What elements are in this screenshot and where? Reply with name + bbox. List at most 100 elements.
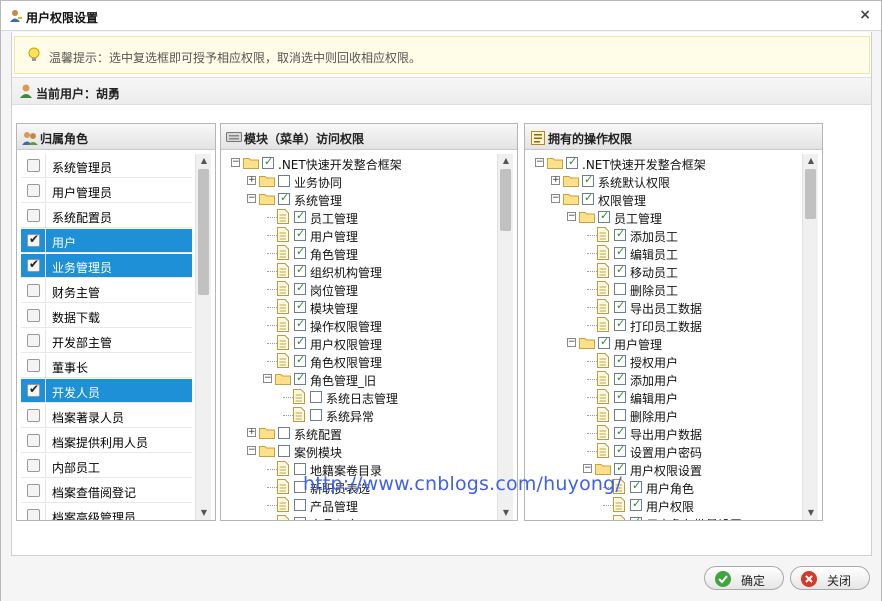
- tree-node[interactable]: 删除用户: [529, 406, 789, 424]
- tree-node[interactable]: 用户权限管理: [225, 334, 485, 352]
- tree-checkbox[interactable]: [614, 317, 626, 331]
- ok-button[interactable]: 确定: [704, 566, 784, 590]
- scroll-down-arrow-icon[interactable]: ▼: [803, 506, 818, 520]
- roles-scrollbar[interactable]: ▲ ▼: [195, 154, 211, 520]
- tree-checkbox[interactable]: [294, 499, 306, 511]
- role-checkbox[interactable]: [27, 359, 40, 372]
- role-row[interactable]: 档案高级管理员: [21, 504, 192, 520]
- expand-icon[interactable]: +: [247, 176, 256, 185]
- tree-checkbox[interactable]: [614, 425, 626, 439]
- tree-checkbox[interactable]: [262, 155, 274, 169]
- tree-node[interactable]: 导出用户数据: [529, 424, 789, 442]
- tree-node[interactable]: + 业务协同: [225, 172, 485, 190]
- scroll-up-arrow-icon[interactable]: ▲: [498, 154, 513, 168]
- role-row[interactable]: 数据下载: [21, 304, 192, 328]
- tree-checkbox[interactable]: [614, 353, 626, 367]
- tree-node[interactable]: 操作权限管理: [225, 316, 485, 334]
- tree-node[interactable]: − 员工管理: [529, 208, 789, 226]
- tree-checkbox[interactable]: [294, 517, 306, 520]
- modules-tree[interactable]: 产品入库产品管理新职员表选地籍案卷目录−案例模块+系统配置系统异常系统日志管理−…: [225, 154, 513, 520]
- collapse-icon[interactable]: −: [247, 194, 256, 203]
- collapse-icon[interactable]: −: [567, 338, 576, 347]
- tree-checkbox[interactable]: [614, 245, 626, 259]
- role-row[interactable]: 业务管理员: [21, 254, 192, 278]
- role-row[interactable]: 用户管理员: [21, 179, 192, 203]
- tree-checkbox[interactable]: [630, 479, 642, 493]
- tree-node[interactable]: 打印员工数据: [529, 316, 789, 334]
- tree-checkbox[interactable]: [310, 391, 322, 403]
- role-checkbox[interactable]: [27, 459, 40, 472]
- tree-node[interactable]: 移动员工: [529, 262, 789, 280]
- role-row[interactable]: 开发人员: [21, 379, 192, 403]
- role-row[interactable]: 财务主管: [21, 279, 192, 303]
- role-checkbox[interactable]: [27, 209, 40, 222]
- tree-checkbox[interactable]: [630, 515, 642, 520]
- close-button[interactable]: 关闭: [790, 566, 870, 590]
- collapse-icon[interactable]: −: [263, 374, 272, 383]
- tree-node[interactable]: 组织机构管理: [225, 262, 485, 280]
- role-row[interactable]: 开发部主管: [21, 329, 192, 353]
- tree-node[interactable]: 添加用户: [529, 370, 789, 388]
- tree-checkbox[interactable]: [294, 227, 306, 241]
- tree-node[interactable]: 用户管理: [225, 226, 485, 244]
- tree-node[interactable]: − 权限管理: [529, 190, 789, 208]
- role-row[interactable]: 系统管理员: [21, 154, 192, 178]
- tree-checkbox[interactable]: [598, 335, 610, 349]
- tree-node[interactable]: 角色管理: [225, 244, 485, 262]
- tree-checkbox[interactable]: [294, 353, 306, 367]
- tree-checkbox[interactable]: [310, 409, 322, 421]
- tree-node[interactable]: − 用户管理: [529, 334, 789, 352]
- role-checkbox[interactable]: [27, 309, 40, 322]
- tree-checkbox[interactable]: [630, 497, 642, 511]
- tree-checkbox[interactable]: [294, 281, 306, 295]
- tree-node[interactable]: − 角色管理_旧: [225, 370, 485, 388]
- tree-checkbox[interactable]: [566, 155, 578, 169]
- role-checkbox[interactable]: [27, 184, 40, 197]
- role-row[interactable]: 内部员工: [21, 454, 192, 478]
- tree-node[interactable]: − 案例模块: [225, 442, 485, 460]
- tree-checkbox[interactable]: [614, 371, 626, 385]
- collapse-icon[interactable]: −: [567, 212, 576, 221]
- tree-node[interactable]: + 系统默认权限: [529, 172, 789, 190]
- tree-node[interactable]: 导出员工数据: [529, 298, 789, 316]
- tree-checkbox[interactable]: [582, 173, 594, 187]
- operations-tree[interactable]: 用户角色批量设置 用户权限 用户角色 − 用户权限设置设置用户密码导出用户数据删除用户 编…: [529, 154, 818, 520]
- collapse-icon[interactable]: −: [535, 158, 544, 167]
- tree-checkbox[interactable]: [294, 245, 306, 259]
- tree-node[interactable]: − 系统管理: [225, 190, 485, 208]
- role-checkbox[interactable]: [27, 382, 40, 397]
- scroll-thumb[interactable]: [500, 169, 511, 231]
- tree-node[interactable]: 添加员工: [529, 226, 789, 244]
- expand-icon[interactable]: +: [551, 176, 560, 185]
- tree-node[interactable]: 产品管理: [225, 496, 485, 514]
- tree-checkbox[interactable]: [294, 299, 306, 313]
- tree-node[interactable]: 岗位管理: [225, 280, 485, 298]
- role-row[interactable]: 档案查借阅登记: [21, 479, 192, 503]
- scroll-thumb[interactable]: [198, 169, 209, 295]
- tree-checkbox[interactable]: [294, 263, 306, 277]
- tree-node[interactable]: 用户权限: [529, 496, 789, 514]
- scroll-up-arrow-icon[interactable]: ▲: [196, 154, 211, 168]
- tree-checkbox[interactable]: [614, 263, 626, 277]
- collapse-icon[interactable]: −: [231, 158, 240, 167]
- tree-node[interactable]: 授权用户: [529, 352, 789, 370]
- tree-node[interactable]: 员工管理: [225, 208, 485, 226]
- scroll-up-arrow-icon[interactable]: ▲: [803, 154, 818, 168]
- tree-checkbox[interactable]: [614, 389, 626, 403]
- collapse-icon[interactable]: −: [551, 194, 560, 203]
- tree-node[interactable]: 模块管理: [225, 298, 485, 316]
- role-row[interactable]: 用户: [21, 229, 192, 253]
- role-checkbox[interactable]: [27, 509, 40, 520]
- close-icon[interactable]: ×: [859, 7, 871, 23]
- role-row[interactable]: 董事长: [21, 354, 192, 378]
- scroll-thumb[interactable]: [805, 169, 816, 219]
- scroll-down-arrow-icon[interactable]: ▼: [498, 506, 513, 520]
- role-checkbox[interactable]: [27, 232, 40, 247]
- scroll-down-arrow-icon[interactable]: ▼: [196, 506, 211, 520]
- tree-node[interactable]: 编辑用户: [529, 388, 789, 406]
- tree-checkbox[interactable]: [614, 443, 626, 457]
- tree-node[interactable]: 角色权限管理: [225, 352, 485, 370]
- tree-node[interactable]: 编辑员工: [529, 244, 789, 262]
- role-row[interactable]: 档案著录人员: [21, 404, 192, 428]
- tree-checkbox[interactable]: [294, 317, 306, 331]
